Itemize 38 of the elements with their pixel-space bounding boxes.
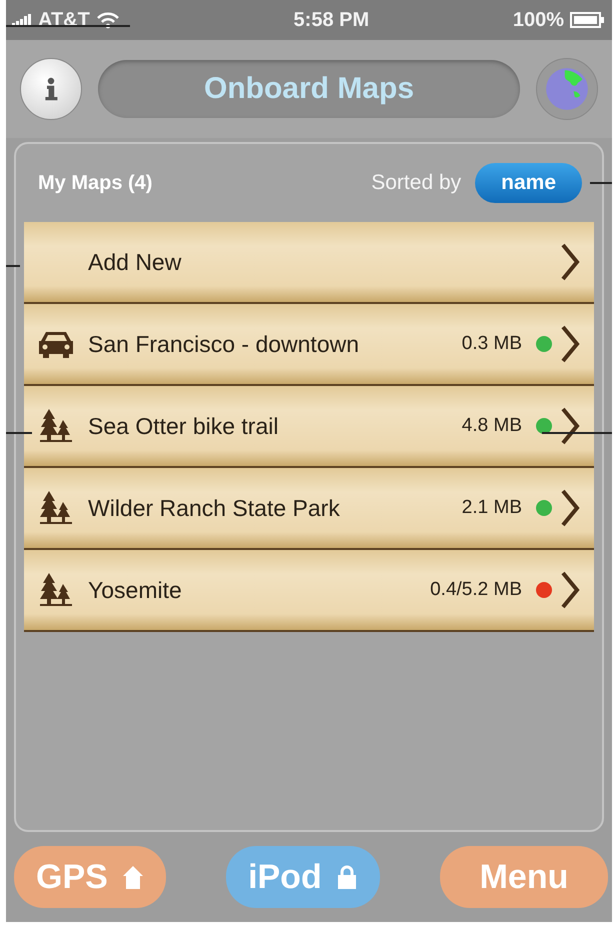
map-name: San Francisco - downtown <box>88 330 360 358</box>
map-row[interactable]: Yosemite 0.4/5.2 MB <box>24 550 594 632</box>
list-title: My Maps (4) <box>38 172 152 194</box>
map-size: 0.3 MB <box>462 333 522 355</box>
sort-label: Sorted by <box>371 171 462 195</box>
map-name: Add New <box>88 248 182 276</box>
wifi-icon <box>96 11 120 29</box>
battery-icon <box>570 12 604 28</box>
chevron-icon <box>560 324 580 364</box>
leader-line <box>6 265 20 267</box>
screen-title: Onboard Maps <box>98 60 520 118</box>
chevron-icon <box>560 242 580 282</box>
map-size: 0.4/5.2 MB <box>430 579 522 601</box>
map-row[interactable]: Add New <box>24 222 594 304</box>
map-name: Sea Otter bike trail <box>88 412 278 440</box>
lock-icon <box>336 864 358 890</box>
status-time: 5:58 PM <box>294 8 370 32</box>
map-row[interactable]: San Francisco - downtown 0.3 MB <box>24 304 594 386</box>
trees-icon <box>38 408 74 444</box>
leader-line <box>542 432 612 434</box>
leader-line <box>6 432 32 434</box>
trees-icon <box>38 490 74 526</box>
globe-icon <box>545 67 589 111</box>
sort-button[interactable]: name <box>475 163 582 203</box>
chevron-icon <box>560 406 580 446</box>
map-name: Wilder Ranch State Park <box>88 494 340 522</box>
leader-line <box>590 182 612 184</box>
battery-percent: 100% <box>512 8 564 32</box>
map-size: 4.8 MB <box>462 415 522 437</box>
map-name: Yosemite <box>88 576 182 604</box>
house-icon <box>122 864 144 890</box>
chevron-icon <box>560 488 580 528</box>
map-row[interactable]: Sea Otter bike trail 4.8 MB <box>24 386 594 468</box>
info-icon <box>43 76 59 102</box>
chevron-icon <box>560 570 580 610</box>
map-row[interactable]: Wilder Ranch State Park 2.1 MB <box>24 468 594 550</box>
map-size: 2.1 MB <box>462 497 522 519</box>
trees-icon <box>38 572 74 608</box>
